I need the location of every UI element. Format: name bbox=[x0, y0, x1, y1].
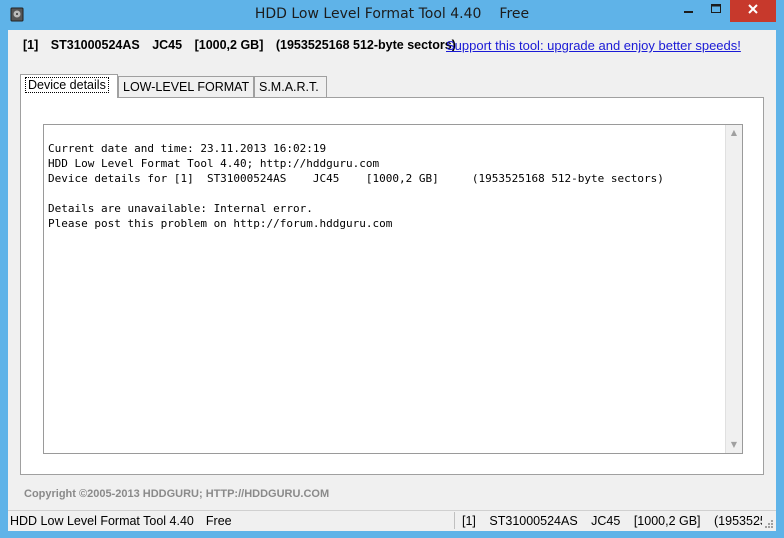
minimize-button[interactable] bbox=[676, 0, 702, 22]
support-link[interactable]: Support this tool: upgrade and enjoy bet… bbox=[446, 38, 741, 53]
status-device: [1] ST31000524AS JC45 [1000,2 GB] (19535… bbox=[462, 514, 762, 528]
details-text: Current date and time: 23.11.2013 16:02:… bbox=[48, 142, 664, 230]
status-app-name: HDD Low Level Format Tool 4.40 bbox=[10, 514, 194, 528]
device-model: ST31000524AS bbox=[50, 38, 140, 52]
device-firmware: JC45 bbox=[152, 38, 183, 52]
app-window: HDD Low Level Format Tool 4.40 Free [1] S… bbox=[0, 0, 784, 538]
device-header: [1] ST31000524AS JC45 [1000,2 GB] (19535… bbox=[23, 38, 465, 52]
window-title-text: HDD Low Level Format Tool 4.40 bbox=[254, 6, 482, 22]
status-device-index: [1] bbox=[462, 514, 476, 528]
device-index: [1] bbox=[23, 38, 39, 52]
device-capacity: [1000,2 GB] bbox=[194, 38, 264, 52]
status-separator bbox=[454, 512, 455, 529]
device-details-panel: Current date and time: 23.11.2013 16:02:… bbox=[20, 97, 764, 475]
scroll-up-icon[interactable]: ▲ bbox=[729, 128, 739, 138]
maximize-icon bbox=[711, 4, 721, 13]
tab-label: LOW-LEVEL FORMAT bbox=[123, 80, 250, 94]
status-device-firmware: JC45 bbox=[591, 514, 621, 528]
status-device-capacity: [1000,2 GB] bbox=[633, 514, 701, 528]
client-area: [1] ST31000524AS JC45 [1000,2 GB] (19535… bbox=[8, 30, 776, 531]
device-sectors: (1953525168 512-byte sectors) bbox=[275, 38, 456, 52]
status-bar: HDD Low Level Format Tool 4.40 Free [1] S… bbox=[8, 510, 776, 531]
tab-device-details[interactable]: Device details bbox=[20, 74, 118, 98]
tab-label: Device details bbox=[25, 77, 109, 93]
tab-low-level-format[interactable]: LOW-LEVEL FORMAT bbox=[118, 76, 254, 97]
window-title-edition: Free bbox=[499, 6, 530, 22]
maximize-button[interactable] bbox=[703, 0, 729, 22]
tab-smart[interactable]: S.M.A.R.T. bbox=[254, 76, 327, 97]
window-title: HDD Low Level Format Tool 4.40 Free bbox=[0, 6, 784, 22]
minimize-icon bbox=[684, 11, 693, 13]
close-icon bbox=[748, 4, 758, 14]
resize-grip-icon[interactable] bbox=[764, 519, 774, 529]
status-app: HDD Low Level Format Tool 4.40 Free bbox=[10, 514, 232, 528]
title-bar[interactable]: HDD Low Level Format Tool 4.40 Free bbox=[0, 0, 784, 30]
tab-label: S.M.A.R.T. bbox=[259, 80, 319, 94]
copyright-text: Copyright ©2005-2013 HDDGURU; HTTP://HDD… bbox=[24, 488, 330, 500]
close-button[interactable] bbox=[730, 0, 776, 22]
vertical-scrollbar[interactable]: ▲ ▼ bbox=[725, 125, 742, 453]
status-device-model: ST31000524AS bbox=[489, 514, 578, 528]
status-app-edition: Free bbox=[205, 514, 232, 528]
scroll-down-icon[interactable]: ▼ bbox=[729, 440, 739, 450]
status-device-sectors: (1953525168 512-byte sectors) bbox=[714, 514, 762, 528]
details-textbox[interactable]: Current date and time: 23.11.2013 16:02:… bbox=[43, 124, 743, 454]
